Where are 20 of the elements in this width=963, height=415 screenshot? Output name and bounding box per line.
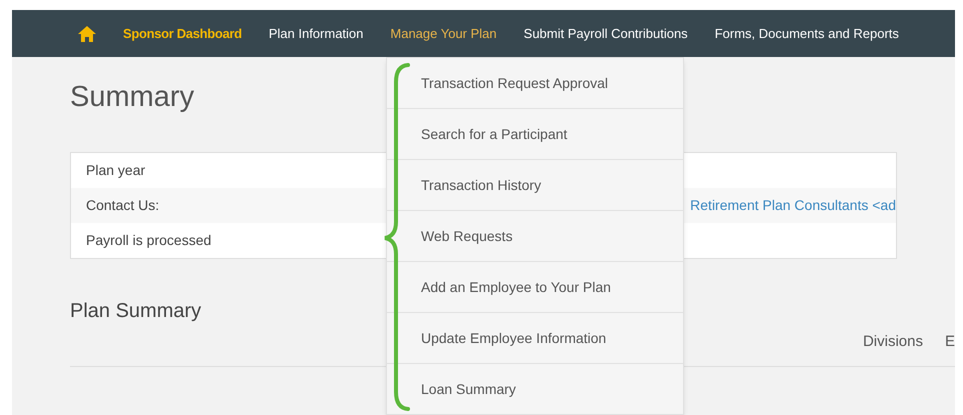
menu-item[interactable]: Loan Summary — [387, 364, 683, 415]
menu-item[interactable]: Add an Employee to Your Plan — [387, 262, 683, 313]
menu-item[interactable]: Web Requests — [387, 211, 683, 262]
row-label: Contact Us: — [86, 196, 160, 215]
menu-item[interactable]: Transaction History — [387, 160, 683, 211]
nav-link[interactable]: Sponsor Dashboard — [123, 24, 242, 44]
contact-link[interactable]: Retirement Plan Consultants <ad — [690, 195, 896, 216]
row-label: Payroll is processed — [86, 231, 212, 250]
nav-link[interactable]: Submit Payroll Contributions — [524, 24, 688, 44]
menu-item[interactable]: Search for a Participant — [387, 109, 683, 160]
section-tab[interactable]: Divisions — [862, 331, 923, 354]
nav-link[interactable]: Manage Your Plan — [390, 24, 497, 44]
page-title: Summary — [70, 83, 194, 112]
menu-item[interactable]: Update Employee Information — [387, 313, 683, 364]
nav-link[interactable]: Plan Information — [268, 24, 364, 44]
nav-link[interactable]: Forms, Documents and Reports — [714, 24, 899, 44]
menu-item[interactable]: Transaction Request Approval — [387, 58, 683, 109]
section-tab[interactable]: E — [944, 331, 955, 354]
section-title: Plan Summary — [70, 301, 202, 321]
row-label: Plan year — [86, 161, 146, 180]
